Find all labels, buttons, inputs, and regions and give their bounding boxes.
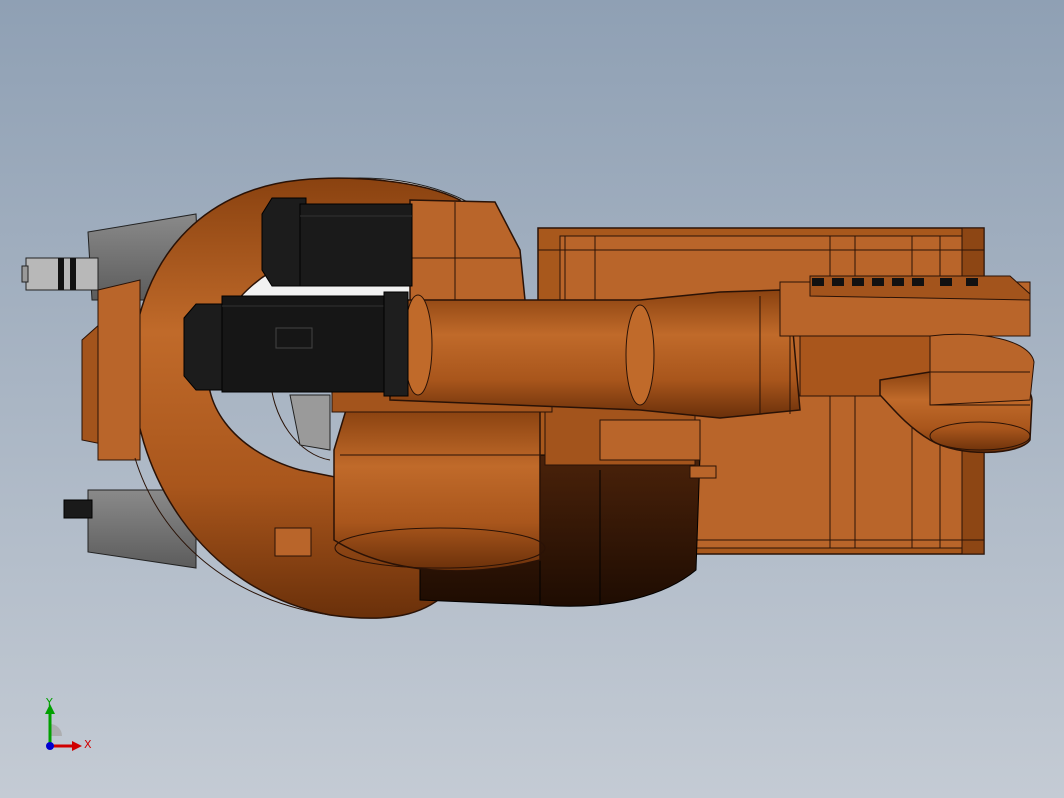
- motor-upper[interactable]: [261, 197, 413, 287]
- x-axis-head: [72, 741, 82, 751]
- y-axis-label: Y: [46, 696, 53, 709]
- coordinate-triad: Y X: [36, 696, 106, 760]
- triad-icon: [45, 704, 82, 751]
- z-axis-dot: [46, 742, 54, 750]
- x-axis-label: X: [84, 738, 92, 751]
- cad-viewport[interactable]: Y X: [0, 0, 1064, 798]
- robot-arm-model[interactable]: [0, 0, 1064, 798]
- motor-lower[interactable]: [183, 291, 409, 397]
